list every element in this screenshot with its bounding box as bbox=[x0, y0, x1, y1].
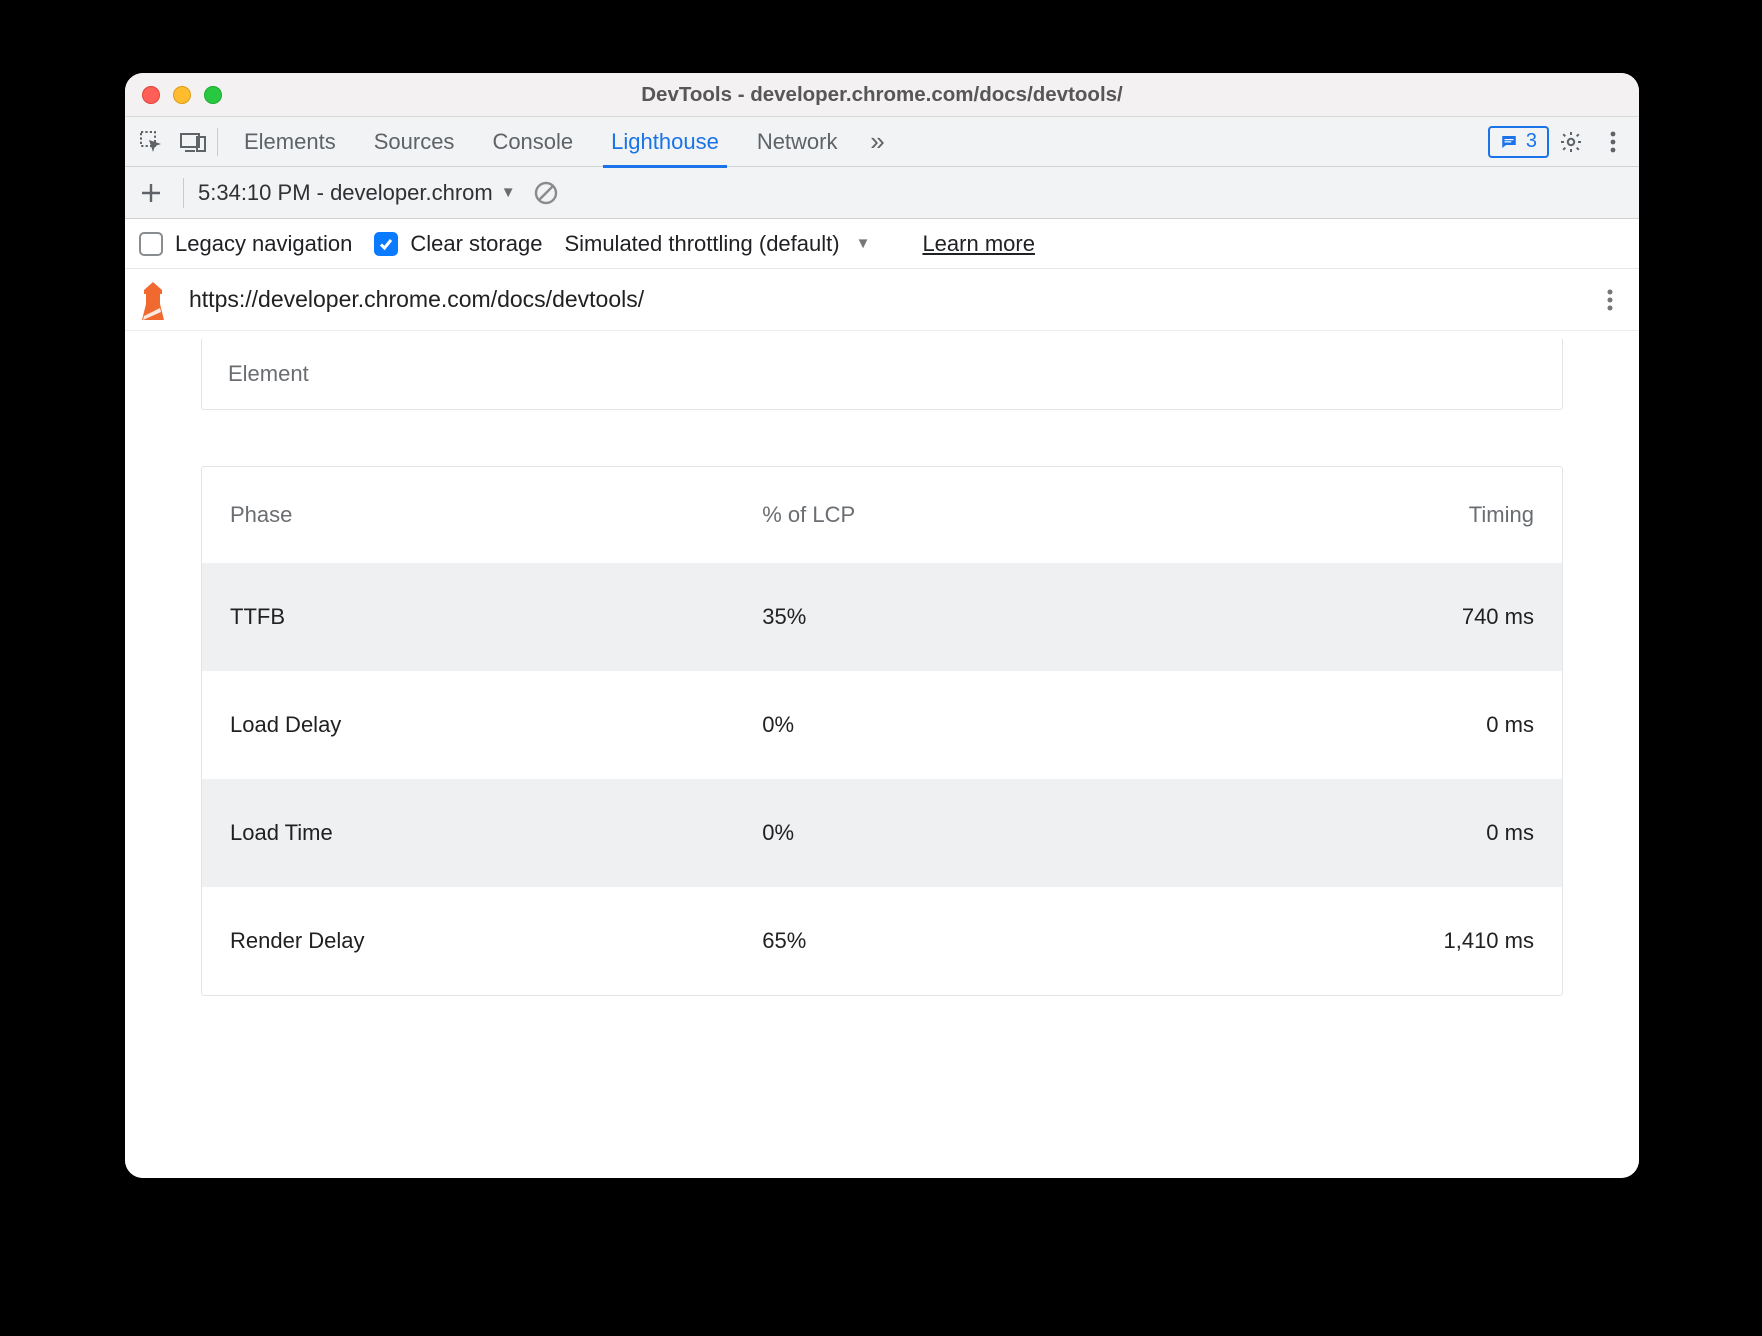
tab-label: Sources bbox=[374, 129, 455, 155]
clear-icon bbox=[533, 180, 559, 206]
lighthouse-toolbar: 5:34:10 PM - developer.chrom ▼ bbox=[125, 167, 1639, 219]
table-row: TTFB 35% 740 ms bbox=[202, 563, 1562, 671]
device-toolbar-icon[interactable] bbox=[173, 122, 213, 162]
checkbox-box bbox=[139, 232, 163, 256]
cell-phase: Load Delay bbox=[230, 712, 762, 738]
lcp-element-card[interactable]: Element bbox=[201, 339, 1563, 410]
caret-down-icon: ▼ bbox=[856, 235, 871, 252]
table-row: Load Time 0% 0 ms bbox=[202, 779, 1562, 887]
cell-timing: 1,410 ms bbox=[1241, 928, 1534, 954]
cell-timing: 740 ms bbox=[1241, 604, 1534, 630]
col-header-timing: Timing bbox=[1241, 502, 1534, 528]
learn-more-link[interactable]: Learn more bbox=[922, 231, 1035, 257]
new-report-button[interactable] bbox=[133, 175, 169, 211]
close-window-button[interactable] bbox=[142, 86, 160, 104]
cell-pct: 65% bbox=[762, 928, 1241, 954]
lighthouse-icon bbox=[133, 280, 173, 320]
lighthouse-url-row: https://developer.chrome.com/docs/devtoo… bbox=[125, 269, 1639, 331]
table-row: Render Delay 65% 1,410 ms bbox=[202, 887, 1562, 995]
cell-phase: Render Delay bbox=[230, 928, 762, 954]
traffic-lights bbox=[125, 86, 222, 104]
separator bbox=[217, 128, 218, 156]
clear-storage-checkbox[interactable]: Clear storage bbox=[374, 231, 542, 257]
titlebar: DevTools - developer.chrome.com/docs/dev… bbox=[125, 73, 1639, 117]
throttling-select[interactable]: Simulated throttling (default) bbox=[564, 231, 839, 257]
checkbox-label: Legacy navigation bbox=[175, 231, 352, 257]
separator bbox=[183, 178, 184, 208]
tab-lighthouse[interactable]: Lighthouse bbox=[593, 117, 737, 167]
devtools-window: DevTools - developer.chrome.com/docs/dev… bbox=[125, 73, 1639, 1178]
cell-phase: Load Time bbox=[230, 820, 762, 846]
clear-reports-button[interactable] bbox=[530, 177, 562, 209]
report-selector[interactable]: 5:34:10 PM - developer.chrom ▼ bbox=[198, 180, 516, 206]
cell-pct: 35% bbox=[762, 604, 1241, 630]
lighthouse-settings: Legacy navigation Clear storage Simulate… bbox=[125, 219, 1639, 269]
tab-console[interactable]: Console bbox=[474, 117, 591, 167]
lcp-phase-table: Phase % of LCP Timing TTFB 35% 740 ms Lo… bbox=[201, 466, 1563, 996]
table-header-row: Phase % of LCP Timing bbox=[202, 467, 1562, 563]
tab-sources[interactable]: Sources bbox=[356, 117, 473, 167]
report-menu-button[interactable] bbox=[1595, 280, 1625, 320]
check-icon bbox=[378, 236, 394, 252]
messages-count: 3 bbox=[1526, 130, 1537, 153]
cell-phase: TTFB bbox=[230, 604, 762, 630]
kebab-icon bbox=[1607, 288, 1613, 312]
cell-pct: 0% bbox=[762, 712, 1241, 738]
legacy-navigation-checkbox[interactable]: Legacy navigation bbox=[139, 231, 352, 257]
tab-label: Console bbox=[492, 129, 573, 155]
table-row: Load Delay 0% 0 ms bbox=[202, 671, 1562, 779]
minimize-window-button[interactable] bbox=[173, 86, 191, 104]
more-options-button[interactable] bbox=[1593, 122, 1633, 162]
tab-label: Lighthouse bbox=[611, 129, 719, 155]
checkbox-label: Clear storage bbox=[410, 231, 542, 257]
more-tabs-button[interactable]: » bbox=[858, 126, 898, 157]
chevron-right-double-icon: » bbox=[870, 126, 884, 156]
tab-network[interactable]: Network bbox=[739, 117, 856, 167]
cell-timing: 0 ms bbox=[1241, 712, 1534, 738]
inspect-element-icon[interactable] bbox=[131, 122, 171, 162]
zoom-window-button[interactable] bbox=[204, 86, 222, 104]
plus-icon bbox=[140, 182, 162, 204]
devtools-tabstrip: Elements Sources Console Lighthouse Netw… bbox=[125, 117, 1639, 167]
messages-badge[interactable]: 3 bbox=[1488, 126, 1549, 158]
tab-elements[interactable]: Elements bbox=[226, 117, 354, 167]
throttling-label: Simulated throttling (default) bbox=[564, 231, 839, 257]
element-card-label: Element bbox=[228, 361, 309, 386]
message-icon bbox=[1500, 133, 1518, 151]
window-title: DevTools - developer.chrome.com/docs/dev… bbox=[125, 83, 1639, 107]
col-header-pct: % of LCP bbox=[762, 502, 1241, 528]
settings-button[interactable] bbox=[1551, 122, 1591, 162]
lighthouse-report-body: Element Phase % of LCP Timing TTFB 35% 7… bbox=[125, 331, 1639, 1178]
tab-label: Elements bbox=[244, 129, 336, 155]
cell-timing: 0 ms bbox=[1241, 820, 1534, 846]
cell-pct: 0% bbox=[762, 820, 1241, 846]
audited-url: https://developer.chrome.com/docs/devtoo… bbox=[189, 286, 1579, 313]
report-label: 5:34:10 PM - developer.chrom bbox=[198, 180, 493, 206]
tab-label: Network bbox=[757, 129, 838, 155]
caret-down-icon: ▼ bbox=[501, 184, 516, 201]
gear-icon bbox=[1559, 130, 1583, 154]
col-header-phase: Phase bbox=[230, 502, 762, 528]
checkbox-box bbox=[374, 232, 398, 256]
kebab-icon bbox=[1610, 131, 1616, 153]
